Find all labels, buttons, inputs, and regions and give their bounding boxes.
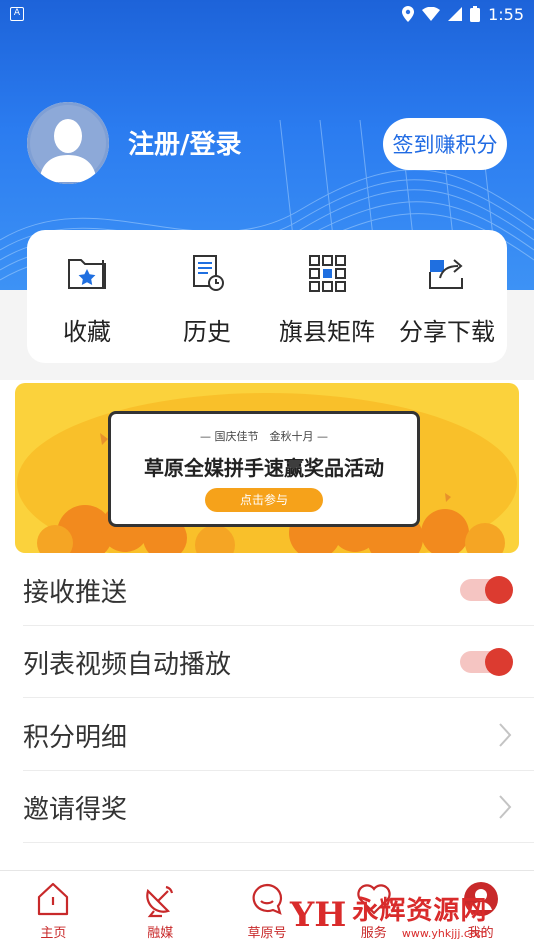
status-bar: A 1:55 <box>0 0 534 28</box>
quick-action-label: 历史 <box>183 318 231 346</box>
nav-label: 草原号 <box>247 926 287 941</box>
quick-action-favorites[interactable]: 收藏 <box>27 230 147 363</box>
nav-home[interactable]: 主页 <box>0 871 107 950</box>
watermark-name: 永辉资源网 <box>352 896 488 926</box>
nav-label: 融媒 <box>147 926 174 941</box>
history-doc-icon <box>193 255 224 291</box>
quick-action-label: 收藏 <box>63 318 111 346</box>
login-register-link[interactable]: 注册/登录 <box>128 124 242 161</box>
quick-action-county-matrix[interactable]: 旗县矩阵 <box>267 230 387 363</box>
autoplay-toggle[interactable] <box>460 648 513 676</box>
quick-action-share-download[interactable]: 分享下载 <box>387 230 507 363</box>
location-icon <box>402 6 415 22</box>
quick-action-label: 旗县矩阵 <box>279 318 375 346</box>
watermark-logo: YH <box>290 895 347 935</box>
battery-icon <box>470 6 481 22</box>
default-avatar-icon <box>27 102 109 184</box>
divider <box>23 842 534 843</box>
push-toggle[interactable] <box>460 576 513 604</box>
signal-icon <box>448 7 463 21</box>
notification-a-icon: A <box>10 7 24 21</box>
chevron-right-icon <box>499 723 512 747</box>
nav-label: 主页 <box>40 926 67 941</box>
home-icon <box>38 882 69 916</box>
watermark-url: www.yhkjjj.com <box>401 927 488 940</box>
setting-invite-rewards[interactable]: 邀请得奖 <box>0 771 534 843</box>
toggle-knob <box>485 648 513 676</box>
setting-autoplay-video[interactable]: 列表视频自动播放 <box>0 626 534 698</box>
quick-actions-card: 收藏 历史 旗县矩阵 分享下载 <box>27 230 507 363</box>
setting-receive-push[interactable]: 接收推送 <box>0 554 534 626</box>
promo-banner[interactable]: — 国庆佳节 金秋十月 — 草原全媒拼手速赢奖品活动 点击参与 <box>15 383 519 553</box>
satellite-icon <box>146 885 174 918</box>
setting-label: 接收推送 <box>23 577 128 608</box>
chevron-right-icon <box>499 795 512 819</box>
share-icon <box>429 259 463 289</box>
quick-action-label: 分享下载 <box>399 318 495 346</box>
banner-subtitle: — 国庆佳节 金秋十月 — <box>200 430 328 443</box>
avatar[interactable] <box>27 102 109 184</box>
setting-label: 邀请得奖 <box>23 794 128 825</box>
nav-media[interactable]: 融媒 <box>107 871 214 950</box>
toggle-knob <box>485 576 513 604</box>
setting-points-detail[interactable]: 积分明细 <box>0 699 534 771</box>
chat-icon <box>252 883 283 915</box>
setting-label: 列表视频自动播放 <box>23 649 232 680</box>
divider <box>23 697 534 698</box>
checkin-earn-points-button[interactable]: 签到赚积分 <box>383 118 507 170</box>
banner-title: 草原全媒拼手速赢奖品活动 <box>144 456 384 480</box>
grid-matrix-icon <box>309 255 346 292</box>
favorite-folder-icon <box>68 259 106 289</box>
clock: 1:55 <box>488 4 524 24</box>
site-watermark: YH 永辉资源网 www.yhkjjj.com <box>290 888 487 942</box>
banner-frame: — 国庆佳节 金秋十月 — 草原全媒拼手速赢奖品活动 点击参与 <box>108 411 420 527</box>
wifi-icon <box>422 7 441 21</box>
banner-join-button[interactable]: 点击参与 <box>205 488 323 512</box>
setting-label: 积分明细 <box>23 722 128 753</box>
quick-action-history[interactable]: 历史 <box>147 230 267 363</box>
